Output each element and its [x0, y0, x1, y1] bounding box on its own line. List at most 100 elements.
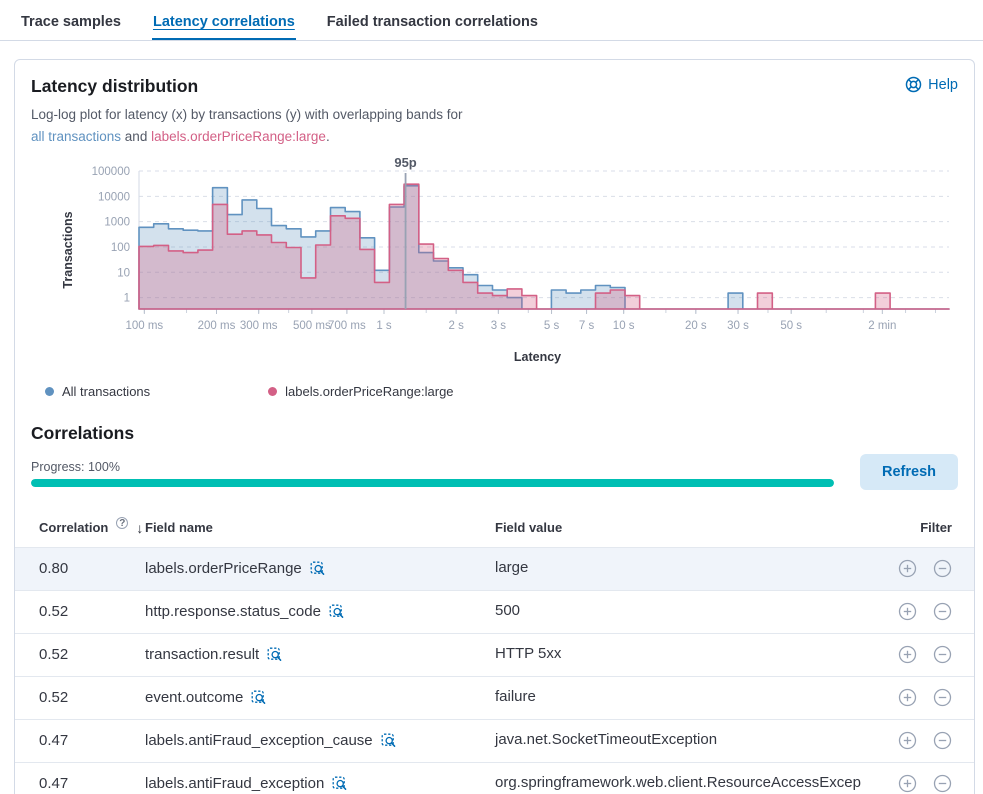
correlations-table-body: 0.80labels.orderPriceRangelarge0.52http.… [15, 547, 974, 794]
svg-text:1000: 1000 [104, 217, 130, 229]
table-row[interactable]: 0.52http.response.status_code500 [15, 590, 974, 633]
filter-include-button[interactable] [898, 731, 917, 750]
chart-description-text: Log-log plot for latency (x) by transact… [31, 107, 462, 122]
help-link[interactable]: Help [905, 76, 958, 93]
period-text: . [326, 129, 330, 144]
column-header-filter: Filter [886, 520, 958, 535]
legend-dot-blue [45, 387, 54, 396]
filter-exclude-button[interactable] [933, 731, 952, 750]
table-header-row: Correlation ? ↓ Field name Field value F… [15, 509, 974, 547]
legend-item-term[interactable]: labels.orderPriceRange:large [268, 384, 453, 399]
field-name: labels.antiFraud_exception [145, 775, 324, 792]
field-statistics-icon[interactable] [332, 776, 348, 792]
chart-legend: All transactions labels.orderPriceRange:… [45, 384, 958, 399]
table-row[interactable]: 0.52transaction.resultHTTP 5xx [15, 633, 974, 676]
filter-include-button[interactable] [898, 645, 917, 664]
svg-text:700 ms: 700 ms [328, 320, 366, 332]
svg-text:5 s: 5 s [544, 320, 560, 332]
tab-failed-transaction-correlations[interactable]: Failed transaction correlations [326, 6, 539, 40]
correlation-value: 0.52 [31, 603, 145, 620]
table-row[interactable]: 0.47labels.antiFraud_exception_cause java… [15, 719, 974, 762]
term-link[interactable]: labels.orderPriceRange:large [151, 129, 326, 144]
joiner-text: and [121, 129, 151, 144]
correlations-table: Correlation ? ↓ Field name Field value F… [15, 509, 974, 794]
info-icon[interactable]: ? [116, 517, 128, 529]
field-value: java.net.SocketTimeoutException [495, 729, 886, 752]
field-statistics-icon[interactable] [329, 604, 345, 620]
sort-descending-icon[interactable]: ↓ [136, 520, 143, 536]
filter-actions [886, 602, 958, 621]
table-row[interactable]: 0.80labels.orderPriceRange large [15, 547, 974, 590]
field-statistics-icon[interactable] [381, 733, 397, 749]
tab-latency-correlations[interactable]: Latency correlations [152, 6, 296, 40]
svg-text:10000: 10000 [98, 192, 130, 204]
svg-text:100 ms: 100 ms [125, 320, 163, 332]
tab-bar: Trace samples Latency correlations Faile… [0, 0, 983, 41]
correlation-value: 0.52 [31, 689, 145, 706]
latency-distribution-chart: Transactions 110100100010000100000100 ms… [31, 157, 958, 364]
field-name-cell: labels.antiFraud_exception [145, 775, 495, 792]
field-name: labels.orderPriceRange [145, 560, 302, 577]
field-name-cell: labels.antiFraud_exception_cause [145, 732, 495, 749]
field-name: http.response.status_code [145, 603, 321, 620]
correlation-value: 0.52 [31, 646, 145, 663]
field-value: org.springframework.web.client.ResourceA… [495, 772, 886, 794]
correlation-header-label: Correlation [39, 520, 108, 535]
field-name: event.outcome [145, 689, 243, 706]
latency-correlations-panel: Latency distribution Help Log-log plot f… [14, 59, 975, 794]
filter-include-button[interactable] [898, 688, 917, 707]
field-name: labels.antiFraud_exception_cause [145, 732, 373, 749]
legend-item-all-transactions[interactable]: All transactions [45, 384, 150, 399]
svg-text:10 s: 10 s [613, 320, 635, 332]
filter-actions [886, 774, 958, 793]
svg-text:30 s: 30 s [727, 320, 749, 332]
filter-include-button[interactable] [898, 774, 917, 793]
svg-text:7 s: 7 s [579, 320, 595, 332]
svg-text:100: 100 [111, 242, 130, 254]
filter-exclude-button[interactable] [933, 559, 952, 578]
filter-include-button[interactable] [898, 602, 917, 621]
table-row[interactable]: 0.52event.outcome failure [15, 676, 974, 719]
column-header-field-value: Field value [495, 518, 886, 538]
svg-text:100000: 100000 [92, 166, 130, 178]
field-value: failure [495, 686, 886, 709]
refresh-button[interactable]: Refresh [860, 454, 958, 490]
legend-label: All transactions [62, 384, 150, 399]
filter-exclude-button[interactable] [933, 645, 952, 664]
tab-trace-samples[interactable]: Trace samples [20, 6, 122, 40]
svg-text:200 ms: 200 ms [198, 320, 236, 332]
filter-exclude-button[interactable] [933, 602, 952, 621]
svg-text:3 s: 3 s [491, 320, 507, 332]
table-row[interactable]: 0.47labels.antiFraud_exception org.spring… [15, 762, 974, 794]
field-name-cell: http.response.status_code [145, 603, 495, 620]
field-value: large [495, 557, 886, 580]
filter-exclude-button[interactable] [933, 774, 952, 793]
svg-text:95p: 95p [394, 157, 416, 170]
progress-label: Progress: 100% [31, 460, 834, 474]
filter-exclude-button[interactable] [933, 688, 952, 707]
help-label: Help [928, 77, 958, 93]
field-statistics-icon[interactable] [310, 561, 326, 577]
filter-include-button[interactable] [898, 559, 917, 578]
svg-text:20 s: 20 s [685, 320, 707, 332]
chart-description: Log-log plot for latency (x) by transact… [31, 104, 958, 147]
progress-fill [31, 479, 834, 487]
correlation-value: 0.47 [31, 732, 145, 749]
filter-actions [886, 731, 958, 750]
field-statistics-icon[interactable] [251, 690, 267, 706]
filter-actions [886, 559, 958, 578]
x-axis-title: Latency [117, 350, 958, 364]
field-statistics-icon[interactable] [267, 647, 283, 663]
field-name-cell: transaction.result [145, 646, 495, 663]
all-transactions-link[interactable]: all transactions [31, 129, 121, 144]
field-name-cell: event.outcome [145, 689, 495, 706]
y-axis-title: Transactions [61, 195, 75, 305]
field-name-cell: labels.orderPriceRange [145, 560, 495, 577]
svg-text:2 s: 2 s [448, 320, 464, 332]
correlation-value: 0.80 [31, 560, 145, 577]
field-name: transaction.result [145, 646, 259, 663]
filter-actions [886, 688, 958, 707]
correlation-value: 0.47 [31, 775, 145, 792]
column-header-correlation[interactable]: Correlation ? ↓ [31, 520, 145, 536]
column-header-field-name: Field name [145, 520, 495, 535]
